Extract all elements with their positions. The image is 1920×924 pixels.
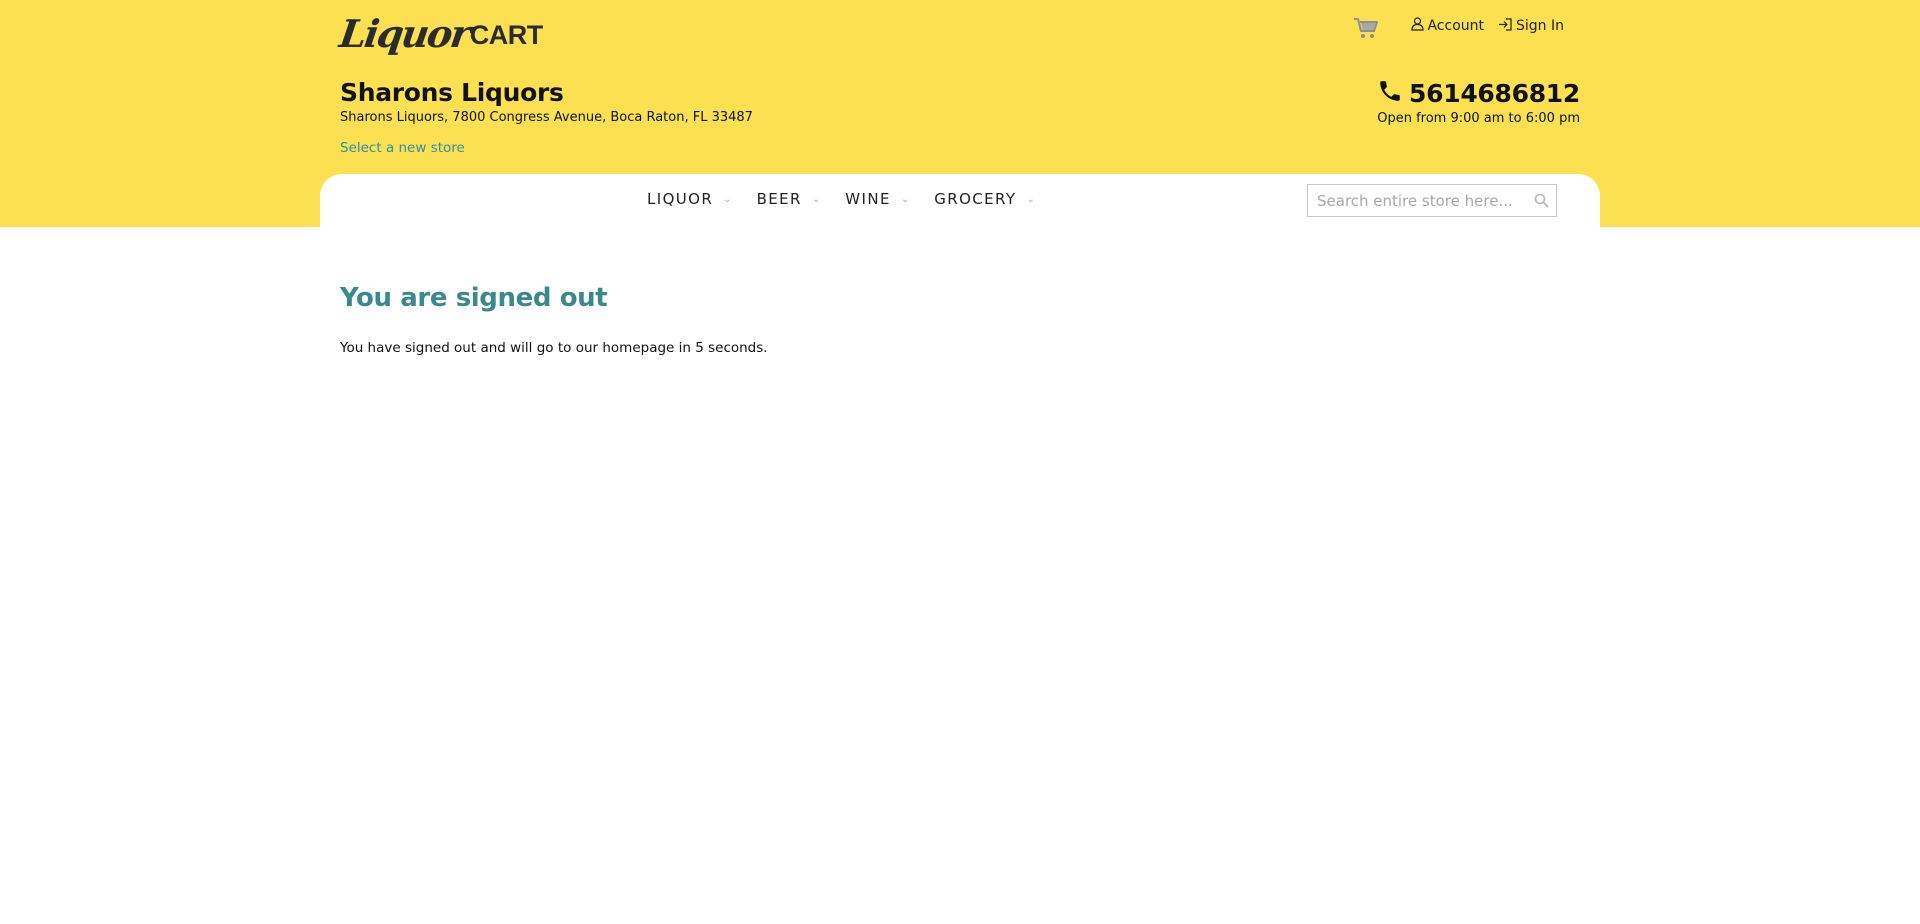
store-hours: Open from 9:00 am to 6:00 pm (1377, 111, 1580, 126)
shopping-cart-icon[interactable] (1353, 16, 1379, 42)
nav-item-label: BEER (756, 190, 802, 208)
nav-item-label: WINE (845, 190, 891, 208)
chevron-down-icon: ⌄ (900, 193, 910, 205)
nav-item-grocery[interactable]: GROCERY ⌄ (934, 190, 1035, 208)
nav-item-liquor[interactable]: LIQUOR ⌄ (647, 190, 732, 208)
store-name: Sharons Liquors (340, 78, 564, 107)
logo-cart-text: CART (469, 20, 544, 50)
signout-message: You have signed out and will go to our h… (340, 340, 768, 356)
logo-script-text: Liquor (336, 11, 472, 56)
account-link[interactable]: Account (1411, 17, 1484, 35)
phone-line: 5614686812 (1377, 78, 1580, 108)
phone-icon (1377, 78, 1409, 108)
main-nav: LIQUOR ⌄ BEER ⌄ WINE ⌄ GROCERY ⌄ (647, 190, 1060, 208)
nav-item-label: LIQUOR (647, 190, 714, 208)
account-label: Account (1427, 18, 1484, 34)
nav-item-wine[interactable]: WINE ⌄ (845, 190, 909, 208)
top-links: Account Sign In (1353, 10, 1564, 42)
search-input[interactable] (1308, 185, 1526, 216)
store-address: Sharons Liquors, 7800 Congress Avenue, B… (340, 110, 753, 125)
nav-item-beer[interactable]: BEER ⌄ (757, 190, 821, 208)
sign-in-link[interactable]: Sign In (1498, 17, 1564, 35)
logo[interactable]: Liquor CART (336, 6, 544, 56)
user-icon (1411, 17, 1427, 35)
chevron-down-icon: ⌄ (811, 193, 821, 205)
search-box (1307, 184, 1557, 217)
phone-number[interactable]: 5614686812 (1409, 79, 1580, 108)
sign-in-icon (1498, 17, 1516, 35)
nav-item-label: GROCERY (934, 190, 1017, 208)
select-new-store-link[interactable]: Select a new store (340, 140, 465, 156)
search-icon[interactable] (1526, 185, 1556, 216)
chevron-down-icon: ⌄ (723, 193, 732, 205)
page-title: You are signed out (340, 283, 608, 313)
phone-block: 5614686812 Open from 9:00 am to 6:00 pm (1377, 78, 1580, 127)
chevron-down-icon: ⌄ (1026, 193, 1035, 205)
sign-in-label: Sign In (1516, 18, 1564, 34)
